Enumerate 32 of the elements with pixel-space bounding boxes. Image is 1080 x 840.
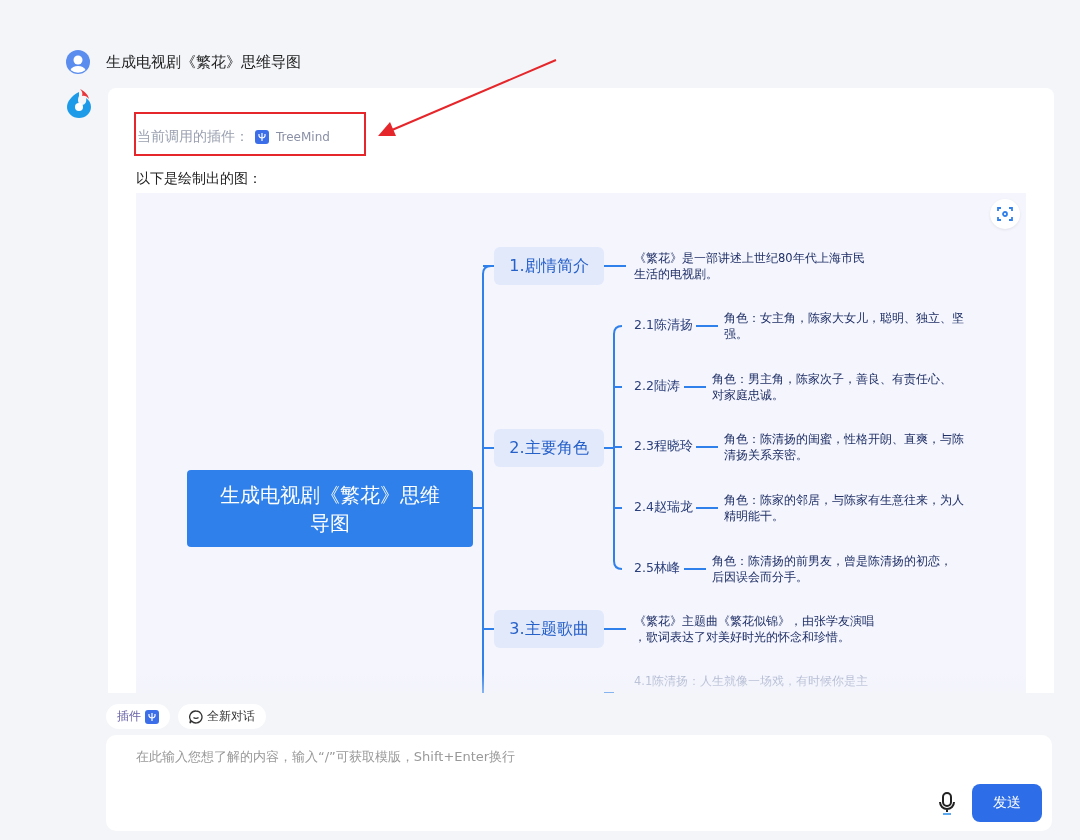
leaf-text: 角色：陈家的邻居，与陈家有生意往来，为人 精明能干。 [724, 492, 964, 524]
new-chat-chip[interactable]: 全新对话 [178, 704, 266, 729]
leaf-text: 角色：陈清扬的前男友，曾是陈清扬的初恋， 后因误会而分手。 [712, 553, 952, 585]
user-avatar-icon [66, 50, 90, 74]
root-node: 生成电视剧《繁花》思维导图 [187, 470, 473, 547]
intro-text: 以下是绘制出的图： [136, 170, 263, 188]
branch-node: 2.主要角色 [494, 429, 604, 467]
sub-topic-label: 2.4赵瑞龙 [634, 499, 693, 516]
screenshot-button[interactable] [990, 199, 1020, 229]
sub-topic-label: 2.3程晓玲 [634, 438, 693, 455]
leaf-text: 角色：女主角，陈家大女儿，聪明、独立、坚 强。 [724, 310, 964, 342]
send-button[interactable]: 发送 [972, 784, 1042, 822]
sub-topic-label: 2.2陆涛 [634, 378, 680, 395]
leaf-text: 《繁花》是一部讲述上世纪80年代上海市民 生活的电视剧。 [634, 250, 865, 282]
plugin-icon [255, 130, 269, 144]
chat-icon [189, 709, 203, 724]
sub-topic-label: 2.1陈清扬 [634, 317, 693, 334]
leaf-text: 角色：陈清扬的闺蜜，性格开朗、直爽，与陈 清扬关系亲密。 [724, 431, 964, 463]
user-message: 生成电视剧《繁花》思维导图 [106, 52, 301, 72]
message-input[interactable]: 在此输入您想了解的内容，输入“/”可获取模版，Shift+Enter换行 [136, 749, 936, 764]
microphone-icon[interactable] [938, 792, 956, 816]
scan-icon [997, 206, 1013, 222]
plugin-icon [145, 709, 159, 724]
plugin-label: 当前调用的插件： [137, 128, 249, 146]
sub-topic-label: 2.5林峰 [634, 560, 680, 577]
branch-node: 3.主题歌曲 [494, 610, 604, 648]
plugin-chip[interactable]: 插件 [106, 704, 170, 729]
bot-logo-icon [66, 88, 92, 118]
plugin-name: TreeMind [276, 130, 330, 144]
branch-node: 1.剧情简介 [494, 247, 604, 285]
leaf-text: 角色：男主角，陈家次子，善良、有责任心、 对家庭忠诚。 [712, 371, 952, 403]
leaf-text: 《繁花》主题曲《繁花似锦》，由张学友演唱 ，歌词表达了对美好时光的怀念和珍惜。 [634, 613, 874, 645]
